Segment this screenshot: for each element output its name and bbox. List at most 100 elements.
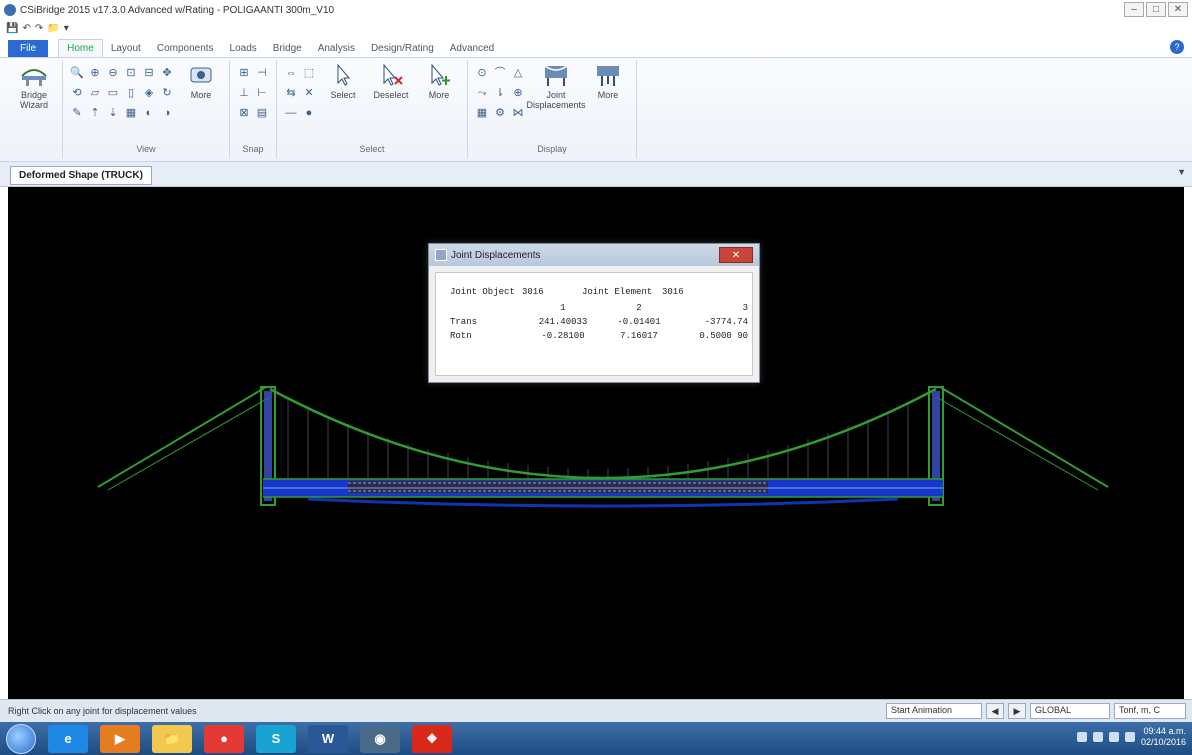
title-bar: CSiBridge 2015 v17.3.0 Advanced w/Rating…	[0, 0, 1192, 20]
select-button[interactable]: Select	[321, 62, 365, 100]
tab-menu-icon[interactable]: ▼	[1177, 167, 1186, 177]
show-stresses-icon[interactable]: ⊕	[510, 84, 526, 102]
start-button[interactable]	[6, 723, 36, 754]
view-yz-icon[interactable]: ▯	[123, 84, 139, 102]
tab-file[interactable]: File	[8, 40, 49, 57]
joint-element-label: Joint Element	[582, 287, 653, 297]
joint-displacements-dialog: Joint Displacements ✕ Joint Object 3016 …	[428, 243, 760, 383]
snap-points-icon[interactable]: ⊞	[236, 64, 252, 82]
snap-perpendicular-icon[interactable]: ⊠	[236, 104, 252, 122]
rotate-3d-icon[interactable]: ⟲	[69, 84, 85, 102]
tab-advanced[interactable]: Advanced	[442, 40, 502, 57]
system-tray: 09:44 a.m. 02/10/2016	[1076, 726, 1186, 748]
zoom-prev-icon[interactable]: ⊟	[141, 64, 157, 82]
up-level-icon[interactable]: ⇡	[87, 104, 103, 122]
taskbar-app-office[interactable]: ❖	[412, 724, 452, 753]
select-more-button[interactable]: More	[417, 62, 461, 100]
select-prev-icon[interactable]: ⇆	[283, 84, 299, 102]
tray-battery-icon[interactable]	[1108, 732, 1119, 742]
select-more-icon	[431, 63, 450, 86]
taskbar-app-media[interactable]: ▶	[100, 724, 140, 753]
show-undeformed-icon[interactable]: ⊙	[474, 64, 490, 82]
select-line-icon[interactable]: —	[283, 104, 299, 122]
snap-intersection-icon[interactable]: ⊥	[236, 84, 252, 102]
show-deformed-icon[interactable]: ⤳	[474, 84, 490, 102]
view-more-button[interactable]: More	[179, 62, 223, 100]
show-tables-icon[interactable]: ▦	[474, 104, 490, 122]
coordinate-system-select[interactable]: GLOBAL	[1030, 703, 1110, 719]
show-forces-icon[interactable]: ⇂	[492, 84, 508, 102]
view-xy-icon[interactable]: ▱	[87, 84, 103, 102]
snap-grid-icon[interactable]: ▤	[254, 104, 270, 122]
zoom-window-icon[interactable]: 🔍	[69, 64, 85, 82]
tab-loads[interactable]: Loads	[222, 40, 265, 57]
taskbar-app-explorer[interactable]: 📁	[152, 724, 192, 753]
select-more-label: More	[428, 90, 450, 100]
select-tools: ⇔ ⬚ ⇆ ✕ — ●	[283, 62, 317, 122]
undo-icon[interactable]: ↶	[22, 23, 30, 34]
group-snap-label: Snap	[242, 144, 264, 154]
taskbar-app-csibridge[interactable]: ◉	[360, 724, 400, 753]
clock[interactable]: 09:44 a.m. 02/10/2016	[1141, 726, 1186, 748]
customize-icon[interactable]: ▾	[64, 23, 69, 34]
tray-volume-icon[interactable]	[1092, 732, 1103, 742]
open-icon[interactable]: 📁	[47, 23, 59, 34]
view-3d-icon[interactable]: ◈	[141, 84, 157, 102]
joint-displacements-button[interactable]: Joint Displacements	[526, 62, 586, 110]
taskbar-app-word[interactable]: W	[308, 724, 348, 753]
select-intersect-icon[interactable]: ✕	[301, 84, 317, 102]
display-more-button[interactable]: More	[586, 62, 630, 100]
close-button[interactable]: ✕	[1168, 2, 1188, 17]
model-canvas[interactable]: Joint Displacements ✕ Joint Object 3016 …	[8, 187, 1184, 699]
tab-bridge[interactable]: Bridge	[265, 40, 310, 57]
set-display-icon[interactable]: ◐	[141, 104, 157, 122]
pan-icon[interactable]: ✥	[159, 64, 175, 82]
show-cable-icon[interactable]: ⌒	[492, 64, 508, 82]
start-animation-button[interactable]: Start Animation	[886, 703, 982, 719]
tab-home[interactable]: Home	[58, 39, 103, 57]
clock-time: 09:44 a.m.	[1143, 726, 1186, 736]
tray-network-icon[interactable]	[1076, 732, 1087, 742]
status-message: Right Click on any joint for displacemen…	[8, 706, 197, 716]
show-plot-functions-icon[interactable]: ⋈	[510, 104, 526, 122]
zoom-out-icon[interactable]: ⊖	[105, 64, 121, 82]
down-level-icon[interactable]: ⇣	[105, 104, 121, 122]
taskbar-app-ie[interactable]: e	[48, 724, 88, 753]
tray-flag-icon[interactable]	[1124, 732, 1135, 742]
deselect-button[interactable]: Deselect	[369, 62, 413, 100]
view-xz-icon[interactable]: ▭	[105, 84, 121, 102]
joint-displacements-icon	[544, 65, 568, 86]
next-step-button[interactable]: ▶	[1008, 703, 1026, 719]
previous-step-button[interactable]: ◀	[986, 703, 1004, 719]
minimize-button[interactable]: –	[1124, 2, 1144, 17]
select-window-icon[interactable]: ⬚	[301, 64, 317, 82]
zoom-fit-icon[interactable]: ⊡	[123, 64, 139, 82]
tab-components[interactable]: Components	[149, 40, 222, 57]
redo-icon[interactable]: ↷	[35, 23, 43, 34]
tab-layout[interactable]: Layout	[103, 40, 149, 57]
zoom-in-icon[interactable]: ⊕	[87, 64, 103, 82]
save-icon[interactable]: 💾	[6, 23, 18, 34]
select-all-icon[interactable]: ⇔	[283, 64, 299, 82]
dialog-title-bar[interactable]: Joint Displacements	[429, 244, 759, 266]
taskbar-app-chrome[interactable]: ●	[204, 724, 244, 753]
shadow-icon[interactable]: ◑	[159, 104, 175, 122]
show-virtual-work-icon[interactable]: ⚙	[492, 104, 508, 122]
grid-icon[interactable]: ▦	[123, 104, 139, 122]
ribbon-tabs: File Home Layout Components Loads Bridge…	[0, 36, 1192, 58]
units-select[interactable]: Tonf, m, C	[1114, 703, 1186, 719]
dialog-close-button[interactable]: ✕	[719, 247, 753, 263]
taskbar-app-skype[interactable]: S	[256, 724, 296, 753]
refresh-icon[interactable]: ↻	[159, 84, 175, 102]
select-clear-icon[interactable]: ●	[301, 104, 317, 122]
bridge-wizard-button[interactable]: Bridge Wizard	[12, 62, 56, 110]
maximize-button[interactable]: □	[1146, 2, 1166, 17]
snap-midpoint-icon[interactable]: ⊢	[254, 84, 270, 102]
tab-analysis[interactable]: Analysis	[310, 40, 363, 57]
document-tab[interactable]: Deformed Shape (TRUCK)	[10, 166, 152, 185]
pencil-icon[interactable]: ✎	[69, 104, 85, 122]
snap-ends-icon[interactable]: ⊣	[254, 64, 270, 82]
help-icon[interactable]: ?	[1170, 40, 1184, 54]
show-loads-icon[interactable]: △	[510, 64, 526, 82]
tab-design-rating[interactable]: Design/Rating	[363, 40, 442, 57]
